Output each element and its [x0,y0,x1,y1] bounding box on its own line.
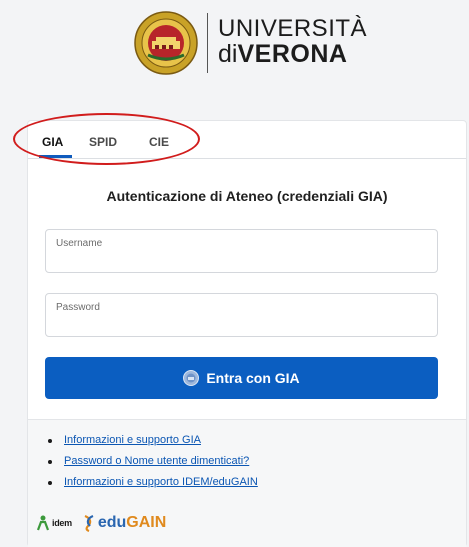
edugain-word-gain: GAIN [126,514,167,531]
edugain-ribbon-icon [84,514,94,532]
brand-name: VERONA [237,40,348,68]
password-input[interactable] [56,316,430,334]
list-item: Informazioni e supporto GIA [48,434,258,455]
brand-line-1: UNIVERSITÀ [218,15,368,42]
form-title: Autenticazione di Ateneo (credenziali GI… [106,188,388,204]
username-field[interactable]: Username [45,229,438,273]
university-wordmark: UNIVERSITÀ diVERONA [218,17,367,68]
password-field[interactable]: Password [45,293,438,337]
list-item: Password o Nome utente dimenticati? [48,455,258,476]
university-seal-logo [134,11,198,75]
login-card: GIA SPID CIE Autenticazione di Ateneo (c… [27,120,467,547]
list-item: Informazioni e supporto IDEM/eduGAIN [48,476,258,497]
edugain-logo: eduGAIN [82,514,166,532]
university-seal-icon [183,370,200,386]
link-gia-support[interactable]: Informazioni e supporto GIA [64,434,201,446]
idem-logo: idem [36,515,72,531]
tabs-highlight-circle [13,113,200,165]
username-input[interactable] [56,252,430,270]
idem-wordmark: idem [52,518,72,528]
brand-prefix: di [218,40,238,68]
password-label: Password [56,302,100,313]
edugain-word-edu: edu [97,514,127,531]
federation-logos: idem eduGAIN [36,513,166,533]
login-button[interactable]: Entra con GIA [45,357,438,399]
header-divider [207,13,208,73]
login-button-label: Entra con GIA [206,370,300,386]
help-links: Informazioni e supporto GIA Password o N… [48,434,258,497]
help-footer: Informazioni e supporto GIA Password o N… [28,419,466,547]
idem-figure-icon [36,515,50,531]
link-forgot-credentials[interactable]: Password o Nome utente dimenticati? [64,455,249,467]
header: UNIVERSITÀ diVERONA [0,0,469,90]
link-idem-edugain-support[interactable]: Informazioni e supporto IDEM/eduGAIN [64,476,258,488]
brand-line-2: diVERONA [218,41,367,68]
username-label: Username [56,238,103,249]
